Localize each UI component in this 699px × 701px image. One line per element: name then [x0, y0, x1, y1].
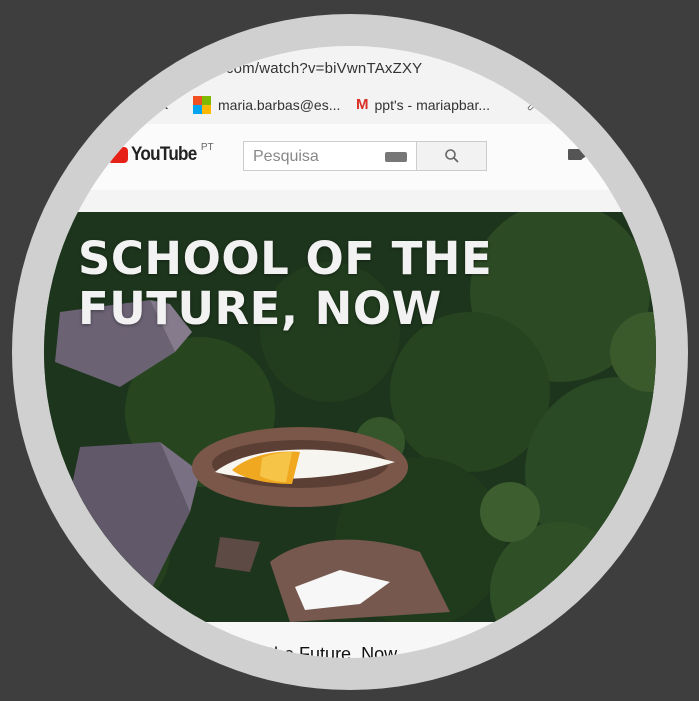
microsoft-icon — [193, 96, 211, 114]
search-input[interactable] — [244, 142, 380, 172]
video-page-title: ol of the Future, Now — [230, 644, 398, 658]
video-info: ol of the Future, Now — [44, 622, 656, 658]
address-bar[interactable]: e.com/watch?v=biVwnTAxZXY — [44, 46, 656, 87]
video-player[interactable]: SCHOOL OF THE FUTURE, NOW — [44, 212, 656, 622]
keyboard-icon[interactable] — [385, 152, 407, 162]
youtube-header: YouTube PT — [44, 124, 656, 190]
bookmark-label: ppt's - mariapbar... — [374, 96, 491, 113]
bookmarks-bar: a maria.barbas@es... M ppt's - mariapbar… — [44, 86, 656, 125]
magnifier-lens: e.com/watch?v=biVwnTAxZXY a maria.barbas… — [44, 46, 656, 658]
gmail-icon: M — [356, 96, 369, 113]
overlay-title-line1: SCHOOL OF THE — [78, 232, 493, 285]
search-icon — [444, 149, 459, 163]
browser-screen: e.com/watch?v=biVwnTAxZXY a maria.barbas… — [44, 46, 656, 658]
search-box — [243, 141, 417, 172]
bookmark-gmail[interactable]: M ppt's - mariapbar... — [356, 96, 490, 113]
bookmark-label: maria.barbas@es... — [218, 97, 341, 113]
url-text[interactable]: e.com/watch?v=biVwnTAxZXY — [213, 60, 422, 77]
region-code: PT — [200, 142, 214, 153]
youtube-logo[interactable]: YouTube PT — [108, 142, 214, 166]
bookmark-item[interactable]: a — [160, 96, 168, 112]
create-video-icon[interactable] — [568, 149, 588, 160]
video-overlay-title: SCHOOL OF THE FUTURE, NOW — [78, 234, 492, 334]
bookmark-outlook[interactable]: maria.barbas@es... — [193, 96, 340, 114]
youtube-wordmark: YouTube — [131, 144, 197, 165]
search-button[interactable] — [417, 141, 487, 171]
overlay-title-line2: FUTURE, NOW — [78, 282, 442, 335]
microphone-icon[interactable]: 🎤︎ — [526, 94, 545, 112]
youtube-play-icon — [108, 147, 128, 163]
